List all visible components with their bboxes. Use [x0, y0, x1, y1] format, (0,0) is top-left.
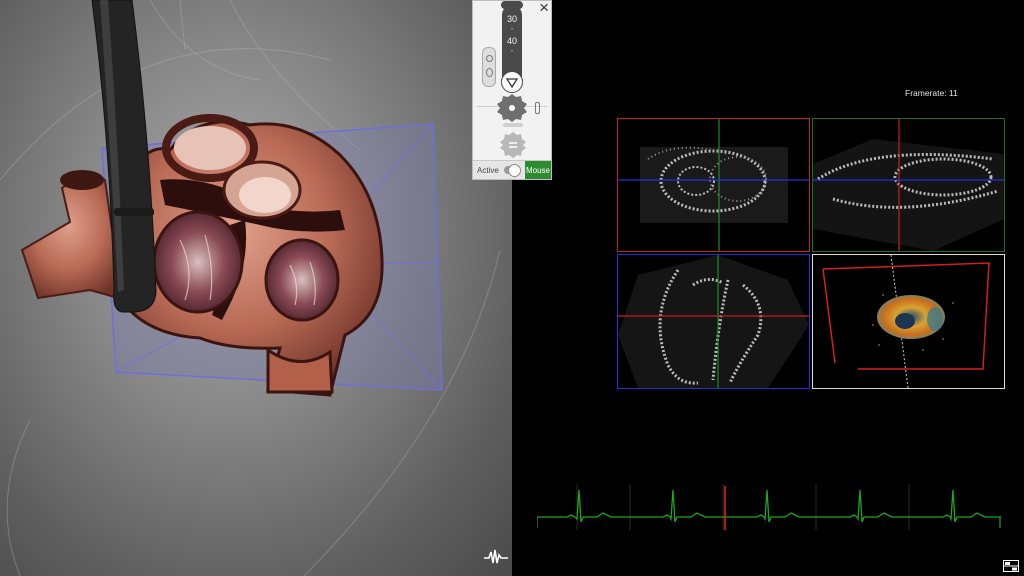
toggle-label-active: Active [477, 165, 499, 175]
framerate-label: Framerate: 11 [905, 88, 958, 98]
scale-mark: 40 [506, 36, 517, 46]
us-view-bottom-left[interactable] [617, 254, 810, 389]
scale-mark: - [510, 26, 514, 33]
layout-toggle-icon[interactable] [1003, 560, 1019, 572]
scale-mark: 30 [506, 14, 517, 24]
left-chamber [152, 210, 244, 314]
us-view-3d[interactable] [812, 254, 1005, 389]
ecg-strip [537, 484, 1001, 530]
heart-3d-viewport[interactable] [0, 0, 512, 576]
probe-control-panel: × 30 - 40 - Active Mouse [472, 0, 552, 180]
flex-control-icon[interactable] [495, 93, 529, 123]
tip-icon [535, 102, 540, 114]
right-chamber [264, 238, 340, 322]
tilt-control-icon[interactable] [499, 131, 527, 159]
scale-mark: - [510, 48, 514, 55]
heart-scene [0, 0, 501, 576]
toggle-switch[interactable] [503, 164, 521, 177]
depth-slider[interactable]: 30 - 40 - [501, 5, 523, 93]
slider-knob[interactable] [501, 71, 523, 93]
waveform-icon[interactable] [484, 548, 508, 566]
us-view-top-left[interactable] [617, 118, 810, 252]
mode-toggle[interactable]: Active Mouse [473, 160, 551, 179]
toggle-label-mouse[interactable]: Mouse [525, 161, 551, 179]
close-button[interactable]: × [539, 0, 549, 17]
us-view-top-right[interactable] [812, 118, 1005, 252]
probe-rotate-control[interactable] [482, 47, 496, 87]
